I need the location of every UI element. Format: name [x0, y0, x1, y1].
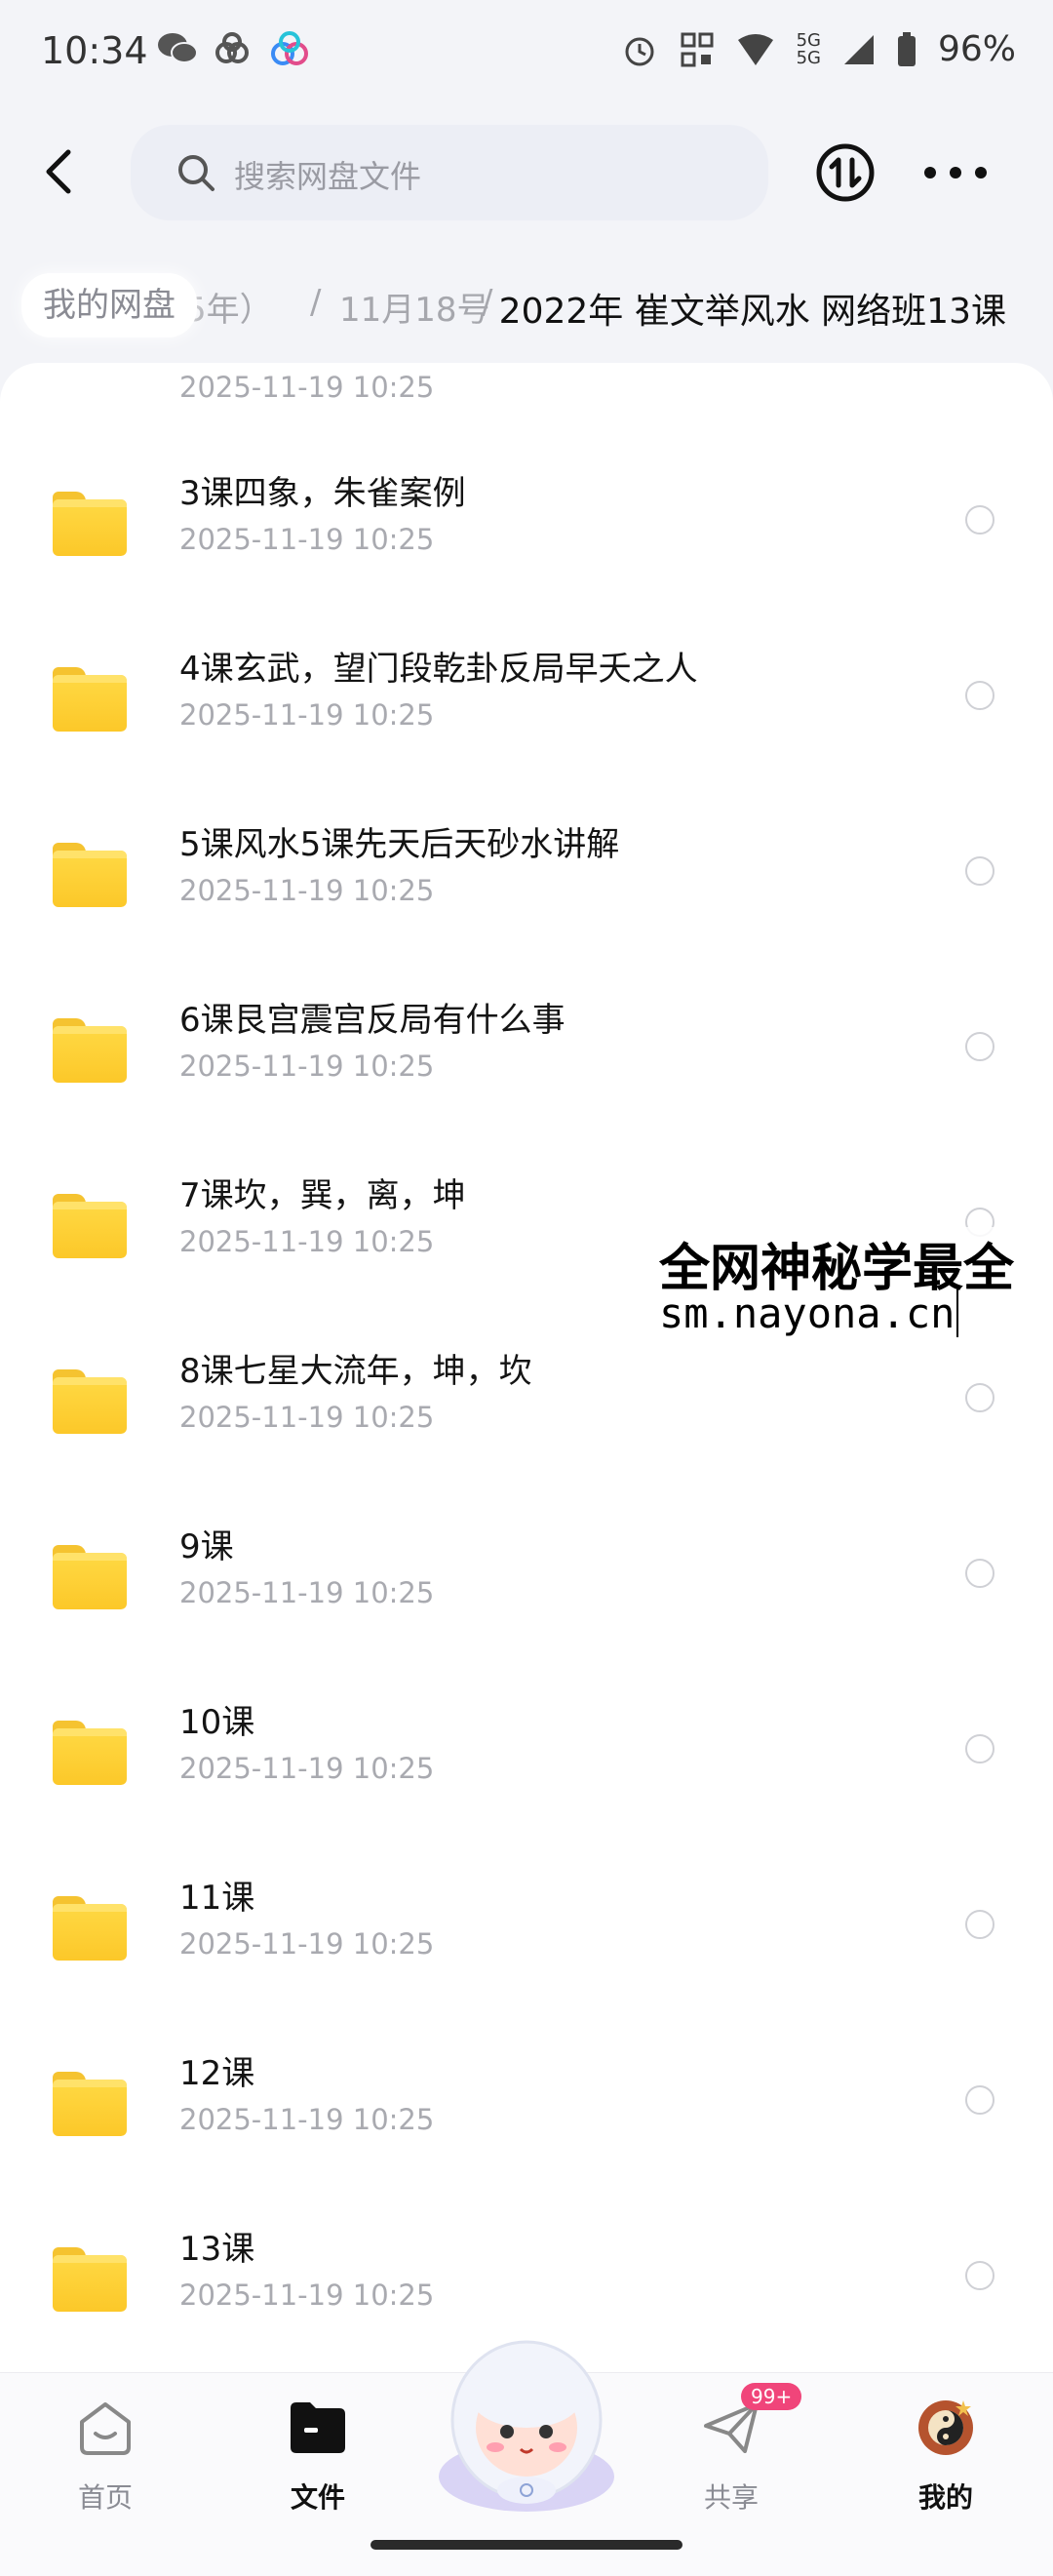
- file-name: 10课: [179, 1703, 255, 1742]
- list-item[interactable]: 6课艮宫震宫反局有什么事 2025-11-19 10:25: [0, 964, 1053, 1139]
- file-name: 7课坎，巽，离，坤: [179, 1176, 466, 1215]
- folder-icon: [53, 843, 127, 907]
- folder-icon: [53, 1018, 127, 1083]
- folder-icon: [53, 2247, 127, 2312]
- folder-nav-icon: [291, 2402, 345, 2453]
- list-item[interactable]: 12课 2025-11-19 10:25: [0, 2017, 1053, 2193]
- select-checkbox[interactable]: [965, 681, 994, 710]
- file-date: 2025-11-19 10:25: [179, 371, 435, 404]
- file-list: 2025-11-19 10:25 3课四象，朱雀案例 2025-11-19 10…: [0, 363, 1053, 2372]
- nav-mine[interactable]: 我的: [878, 2391, 1014, 2516]
- nav-share[interactable]: 99+ 共享: [663, 2383, 802, 2516]
- home-icon: [80, 2402, 131, 2455]
- battery-percent: 96%: [937, 29, 1016, 69]
- file-name: 5课风水5课先天后天砂水讲解: [179, 825, 620, 864]
- select-checkbox[interactable]: [965, 505, 994, 535]
- file-date: 2025-11-19 10:25: [179, 874, 435, 907]
- status-bar: 10:34 5G 5G 96%: [0, 0, 1053, 109]
- network-label: 5G 5G: [796, 29, 821, 68]
- avatar: [918, 2400, 973, 2455]
- breadcrumb-separator: /: [310, 283, 322, 322]
- nav-home-label: 首页: [77, 2481, 133, 2514]
- list-item[interactable]: 3课四象，朱雀案例 2025-11-19 10:25: [0, 437, 1053, 613]
- select-checkbox[interactable]: [965, 1032, 994, 1061]
- clock: 10:34: [41, 29, 148, 72]
- wifi-icon: [737, 33, 773, 65]
- file-date: 2025-11-19 10:25: [179, 2103, 435, 2136]
- list-item[interactable]: 9课 2025-11-19 10:25: [0, 1490, 1053, 1666]
- watermark-url: sm.nayona.cn: [659, 1289, 959, 1337]
- dot-icon: [975, 167, 987, 178]
- file-name: 13课: [179, 2230, 255, 2269]
- breadcrumb-root[interactable]: 我的网盘: [21, 273, 197, 337]
- search-icon: [178, 155, 214, 191]
- home-indicator[interactable]: [370, 2540, 682, 2550]
- select-checkbox[interactable]: [965, 856, 994, 886]
- file-name: 8课七星大流年，坤，坎: [179, 1352, 532, 1391]
- folder-icon: [53, 492, 127, 556]
- battery-icon: [897, 31, 916, 66]
- file-name: 9课: [179, 1527, 234, 1566]
- folder-icon: [53, 667, 127, 732]
- file-name: 3课四象，朱雀案例: [179, 474, 466, 513]
- nav-share-label: 共享: [703, 2481, 759, 2514]
- list-item[interactable]: 2025-11-19 10:25: [0, 363, 1053, 437]
- transfer-icon[interactable]: [815, 142, 876, 203]
- select-checkbox[interactable]: [965, 1559, 994, 1588]
- nav-files-label: 文件: [290, 2481, 345, 2514]
- file-date: 2025-11-19 10:25: [179, 1050, 435, 1083]
- folder-icon: [53, 1194, 127, 1258]
- list-item[interactable]: 10课 2025-11-19 10:25: [0, 1666, 1053, 1842]
- search-input[interactable]: 搜索网盘文件: [131, 125, 768, 220]
- dot-icon: [924, 167, 936, 178]
- select-checkbox[interactable]: [965, 1383, 994, 1412]
- nav-files[interactable]: 文件: [250, 2391, 386, 2516]
- wechat-icon: [158, 33, 198, 63]
- mascot-icon[interactable]: [429, 2330, 624, 2516]
- file-date: 2025-11-19 10:25: [179, 2279, 435, 2312]
- search-placeholder: 搜索网盘文件: [234, 158, 422, 195]
- file-name: 11课: [179, 1879, 255, 1918]
- file-name: 12课: [179, 2054, 255, 2093]
- signal-icon: [843, 34, 874, 64]
- folder-icon: [53, 1721, 127, 1785]
- folder-icon: [53, 2072, 127, 2136]
- file-name: 4课玄武，望门段乾卦反局早夭之人: [179, 650, 698, 689]
- alarm-icon: [625, 37, 654, 65]
- nfc-icon: [681, 32, 714, 66]
- select-checkbox[interactable]: [965, 1910, 994, 1939]
- list-item[interactable]: 8课七星大流年，坤，坎 2025-11-19 10:25: [0, 1315, 1053, 1490]
- folder-icon: [53, 1545, 127, 1609]
- breadcrumb-separator: /: [482, 283, 493, 322]
- list-item[interactable]: 11课 2025-11-19 10:25: [0, 1842, 1053, 2017]
- list-item[interactable]: 4课玄武，望门段乾卦反局早夭之人 2025-11-19 10:25: [0, 613, 1053, 788]
- file-date: 2025-11-19 10:25: [179, 1927, 435, 1961]
- file-date: 2025-11-19 10:25: [179, 1752, 435, 1785]
- file-date: 2025-11-19 10:25: [179, 1401, 435, 1434]
- breadcrumb: 5年） 我的网盘 / 11月18号 / 2022年 崔文举风水 网络班13课: [0, 273, 1053, 337]
- baidu-netdisk-icon: [271, 31, 308, 65]
- breadcrumb-current: 2022年 崔文举风水 网络班13课: [498, 292, 1006, 332]
- share-badge: 99+: [741, 2383, 802, 2410]
- file-name: 6课艮宫震宫反局有什么事: [179, 1001, 566, 1040]
- dot-icon: [950, 167, 961, 178]
- folder-icon: [53, 1896, 127, 1961]
- file-date: 2025-11-19 10:25: [179, 523, 435, 556]
- folder-icon: [53, 1369, 127, 1434]
- select-checkbox[interactable]: [965, 2261, 994, 2290]
- back-icon[interactable]: [35, 144, 90, 199]
- nav-home[interactable]: 首页: [37, 2391, 174, 2516]
- nav-mine-label: 我的: [917, 2481, 973, 2514]
- file-date: 2025-11-19 10:25: [179, 1576, 435, 1609]
- more-options-button[interactable]: [924, 156, 987, 189]
- breadcrumb-level[interactable]: 11月18号: [339, 283, 490, 331]
- status-right: 5G 5G 96%: [621, 29, 1016, 69]
- list-item[interactable]: 5课风水5课先天后天砂水讲解 2025-11-19 10:25: [0, 788, 1053, 964]
- file-date: 2025-11-19 10:25: [179, 1225, 435, 1258]
- file-date: 2025-11-19 10:25: [179, 698, 435, 732]
- select-checkbox[interactable]: [965, 2085, 994, 2115]
- cloud-app-icon: [215, 32, 249, 63]
- select-checkbox[interactable]: [965, 1734, 994, 1764]
- breadcrumb-partial[interactable]: 5年）: [185, 283, 273, 331]
